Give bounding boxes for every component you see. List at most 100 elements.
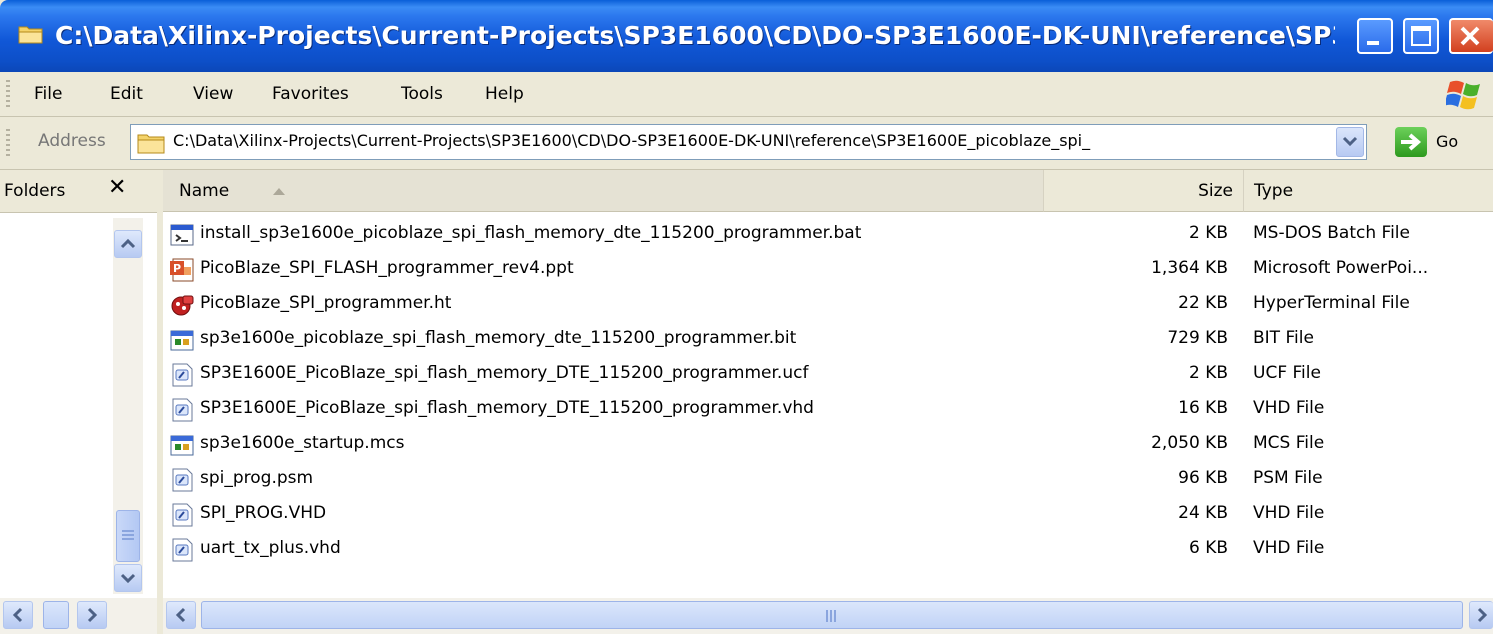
- file-row[interactable]: SP3E1600E_PicoBlaze_spi_flash_memory_DTE…: [163, 358, 1493, 393]
- menu-edit[interactable]: Edit: [110, 82, 143, 106]
- sort-ascending-icon: [273, 188, 285, 195]
- address-dropdown-button[interactable]: [1336, 127, 1364, 157]
- file-row[interactable]: sp3e1600e_startup.mcs 2,050 KB MCS File: [163, 428, 1493, 463]
- go-button[interactable]: [1395, 127, 1427, 157]
- file-size: 2 KB: [1188, 223, 1228, 243]
- text-file-icon: [172, 363, 193, 387]
- menu-bar: File Edit View Favorites Tools Help: [0, 72, 1493, 117]
- file-size: 6 KB: [1188, 538, 1228, 558]
- file-size: 24 KB: [1178, 503, 1228, 523]
- folder-icon: [137, 134, 165, 154]
- windows-logo-icon: [1446, 80, 1480, 110]
- file-row[interactable]: sp3e1600e_picoblaze_spi_flash_memory_dte…: [163, 323, 1493, 358]
- file-type: VHD File: [1253, 503, 1325, 523]
- scroll-thumb[interactable]: [43, 601, 69, 629]
- menu-tools[interactable]: Tools: [401, 82, 443, 106]
- file-type: MS-DOS Batch File: [1253, 223, 1410, 243]
- menu-file[interactable]: File: [34, 82, 62, 106]
- address-label: Address: [38, 131, 106, 151]
- scroll-thumb[interactable]: [116, 510, 140, 562]
- file-type: BIT File: [1253, 328, 1314, 348]
- file-row[interactable]: spi_prog.psm 96 KB PSM File: [163, 463, 1493, 498]
- toolbar-grip[interactable]: [6, 80, 10, 108]
- title-bar[interactable]: C:\Data\Xilinx-Projects\Current-Projects…: [0, 0, 1493, 72]
- menu-favorites[interactable]: Favorites: [272, 82, 349, 106]
- go-label[interactable]: Go: [1436, 132, 1458, 151]
- chevron-down-icon: [120, 573, 136, 584]
- text-file-icon: [172, 538, 193, 562]
- file-row[interactable]: install_sp3e1600e_picoblaze_spi_flash_me…: [163, 218, 1493, 253]
- file-row[interactable]: SPI_PROG.VHD 24 KB VHD File: [163, 498, 1493, 533]
- file-type: MCS File: [1253, 433, 1325, 453]
- address-grip[interactable]: [6, 129, 10, 157]
- scroll-right-button[interactable]: [77, 601, 107, 629]
- scroll-down-button[interactable]: [114, 564, 142, 592]
- folders-vertical-scrollbar[interactable]: [113, 218, 143, 594]
- maximize-icon: [1411, 26, 1431, 46]
- column-type-label: Type: [1254, 181, 1294, 201]
- column-header-name[interactable]: Name: [163, 170, 1043, 212]
- scroll-left-button[interactable]: [166, 601, 196, 629]
- address-input[interactable]: C:\Data\Xilinx-Projects\Current-Projects…: [130, 124, 1367, 160]
- app-file-icon: [170, 330, 194, 351]
- folders-pane: Folders ✕: [0, 170, 157, 634]
- file-name[interactable]: install_sp3e1600e_picoblaze_spi_flash_me…: [200, 223, 861, 243]
- folders-label: Folders: [4, 181, 66, 201]
- file-size: 1,364 KB: [1151, 258, 1228, 278]
- file-size: 2 KB: [1188, 363, 1228, 383]
- chevron-up-icon: [120, 238, 136, 249]
- file-list: Name Size Type install_sp3e1600e_picobla…: [163, 170, 1493, 634]
- chevron-right-icon: [87, 607, 98, 623]
- file-name[interactable]: PicoBlaze_SPI_FLASH_programmer_rev4.ppt: [200, 258, 574, 278]
- chevron-down-icon: [1342, 136, 1358, 147]
- file-size: 96 KB: [1178, 468, 1228, 488]
- file-name[interactable]: uart_tx_plus.vhd: [200, 538, 341, 558]
- close-button[interactable]: [1449, 18, 1493, 54]
- minimize-icon: [1367, 41, 1379, 45]
- text-file-icon: [172, 468, 193, 492]
- column-name-label: Name: [179, 181, 230, 201]
- file-type: Microsoft PowerPoi...: [1253, 258, 1429, 278]
- folders-horizontal-scrollbar[interactable]: [0, 598, 157, 634]
- svg-text:P: P: [173, 262, 181, 275]
- text-file-icon: [172, 398, 193, 422]
- file-name[interactable]: sp3e1600e_picoblaze_spi_flash_memory_dte…: [200, 328, 796, 348]
- file-type: VHD File: [1253, 538, 1325, 558]
- folder-icon: [18, 26, 43, 44]
- file-name[interactable]: SP3E1600E_PicoBlaze_spi_flash_memory_DTE…: [200, 398, 814, 418]
- app-file-icon: [170, 435, 194, 456]
- column-header-type[interactable]: Type: [1243, 170, 1493, 212]
- file-name[interactable]: sp3e1600e_startup.mcs: [200, 433, 404, 453]
- folders-close-icon[interactable]: ✕: [108, 175, 126, 200]
- scroll-thumb[interactable]: [201, 601, 1463, 629]
- close-icon: [1460, 26, 1480, 46]
- menu-view[interactable]: View: [193, 82, 233, 106]
- hyperterminal-file-icon: [171, 295, 194, 316]
- address-bar: Address C:\Data\Xilinx-Projects\Current-…: [0, 117, 1493, 170]
- file-rows: install_sp3e1600e_picoblaze_spi_flash_me…: [163, 218, 1493, 568]
- file-size: 16 KB: [1178, 398, 1228, 418]
- file-row[interactable]: P PicoBlaze_SPI_FLASH_programmer_rev4.ppt…: [163, 253, 1493, 288]
- menu-help[interactable]: Help: [485, 82, 524, 106]
- window-title: C:\Data\Xilinx-Projects\Current-Projects…: [55, 21, 1335, 50]
- file-row[interactable]: uart_tx_plus.vhd 6 KB VHD File: [163, 533, 1493, 568]
- list-horizontal-scrollbar[interactable]: [163, 598, 1493, 634]
- file-row[interactable]: PicoBlaze_SPI_programmer.ht 22 KB HyperTer…: [163, 288, 1493, 323]
- scroll-up-button[interactable]: [114, 230, 142, 258]
- text-file-icon: [172, 503, 193, 527]
- file-row[interactable]: SP3E1600E_PicoBlaze_spi_flash_memory_DTE…: [163, 393, 1493, 428]
- maximize-button[interactable]: [1403, 18, 1439, 54]
- scroll-right-button[interactable]: [1469, 601, 1493, 629]
- address-path: C:\Data\Xilinx-Projects\Current-Projects…: [173, 131, 1091, 150]
- file-size: 2,050 KB: [1151, 433, 1228, 453]
- file-name[interactable]: PicoBlaze_SPI_programmer.ht: [200, 293, 451, 313]
- file-type: VHD File: [1253, 398, 1325, 418]
- file-name[interactable]: SPI_PROG.VHD: [200, 503, 326, 523]
- column-size-label: Size: [1198, 181, 1233, 201]
- chevron-left-icon: [175, 607, 186, 623]
- minimize-button[interactable]: [1357, 18, 1393, 54]
- file-name[interactable]: spi_prog.psm: [200, 468, 313, 488]
- scroll-left-button[interactable]: [3, 601, 33, 629]
- file-name[interactable]: SP3E1600E_PicoBlaze_spi_flash_memory_DTE…: [200, 363, 808, 383]
- column-header-size[interactable]: Size: [1043, 170, 1243, 212]
